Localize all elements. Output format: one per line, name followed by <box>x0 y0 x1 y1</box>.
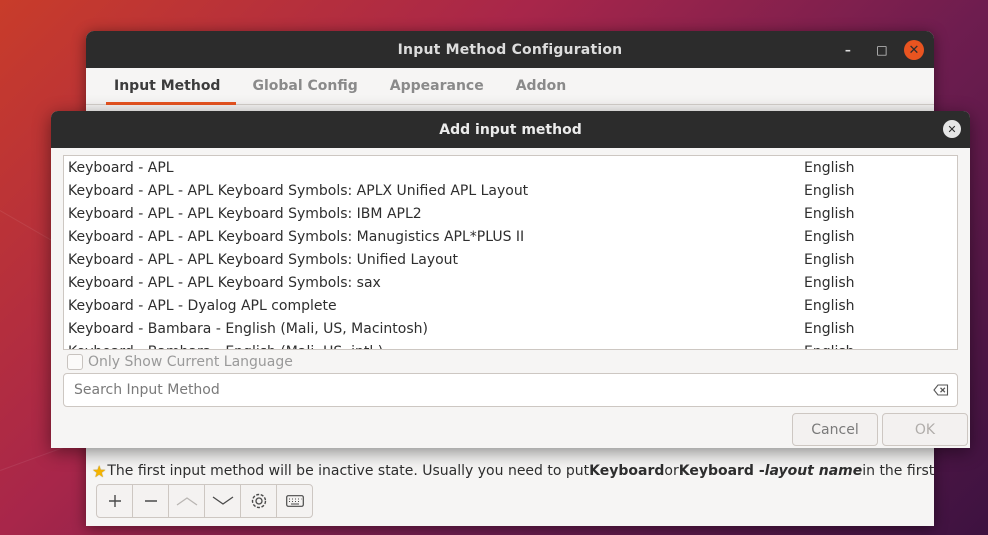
add-icon[interactable] <box>97 485 133 517</box>
tab-addon[interactable]: Addon <box>500 68 582 104</box>
hint-part: or <box>664 463 679 479</box>
add-input-method-dialog: Add input method ✕ Keyboard - APL English… <box>51 111 970 448</box>
ok-button[interactable]: OK <box>882 413 968 446</box>
input-method-name: Keyboard - APL - APL Keyboard Symbols: A… <box>68 182 529 199</box>
move-down-icon[interactable] <box>205 485 241 517</box>
list-item[interactable]: Keyboard - APL - APL Keyboard Symbols: M… <box>64 225 957 248</box>
input-method-language: English <box>804 297 855 314</box>
move-up-icon[interactable] <box>169 485 205 517</box>
input-method-name: Keyboard - APL - APL Keyboard Symbols: U… <box>68 251 459 268</box>
input-method-name: Keyboard - Bambara - English (Mali, US, … <box>64 344 804 350</box>
tab-global-config[interactable]: Global Config <box>236 68 373 104</box>
list-item[interactable]: Keyboard - APL - APL Keyboard Symbols: U… <box>64 248 957 271</box>
list-item[interactable]: Keyboard - APL English <box>64 156 957 179</box>
input-method-name: Keyboard - APL <box>68 159 174 176</box>
input-method-name: Keyboard - APL - APL Keyboard Symbols: I… <box>68 205 422 222</box>
list-item[interactable]: Keyboard - Bambara - English (Mali, US, … <box>64 340 957 350</box>
list-item[interactable]: Keyboard - APL - APL Keyboard Symbols: A… <box>64 179 957 202</box>
cancel-button[interactable]: Cancel <box>792 413 878 446</box>
remove-icon[interactable] <box>133 485 169 517</box>
close-icon[interactable]: ✕ <box>904 40 924 60</box>
dialog-title: Add input method <box>439 121 582 138</box>
input-method-language: English <box>804 228 855 245</box>
list-item[interactable]: Keyboard - APL - APL Keyboard Symbols: I… <box>64 202 957 225</box>
input-method-language: English <box>804 320 855 337</box>
main-titlebar: Input Method Configuration – □ ✕ <box>86 31 934 68</box>
hint-text: ★ The first input method will be inactiv… <box>92 461 934 481</box>
input-method-language: English <box>804 251 855 268</box>
tab-input-method[interactable]: Input Method <box>98 68 237 105</box>
input-method-name: Keyboard - APL - APL Keyboard Symbols: s… <box>68 274 381 291</box>
input-method-language: English <box>804 344 855 350</box>
input-method-list[interactable]: Keyboard - APL English Keyboard - APL - AP… <box>63 155 958 350</box>
configure-icon[interactable] <box>241 485 277 517</box>
hint-part: in the first place. <box>862 463 934 479</box>
input-method-language: English <box>804 182 855 199</box>
keyboard-icon[interactable] <box>277 485 312 517</box>
tab-bar: Input Method Global Config Appearance Ad… <box>86 68 934 105</box>
search-box <box>63 373 958 407</box>
input-method-language: English <box>804 274 855 291</box>
minimize-icon[interactable]: – <box>838 40 858 60</box>
only-current-language-label: Only Show Current Language <box>88 354 293 370</box>
dialog-titlebar: Add input method ✕ <box>51 111 970 148</box>
hint-bold: Keyboard <box>589 463 665 479</box>
input-method-name: Keyboard - APL - APL Keyboard Symbols: M… <box>68 228 525 245</box>
tab-appearance[interactable]: Appearance <box>374 68 500 104</box>
dialog-close-icon[interactable]: ✕ <box>943 120 961 138</box>
input-method-language: English <box>804 205 855 222</box>
hint-italic: layout name <box>764 463 863 479</box>
hint-part: The first input method will be inactive … <box>107 463 590 479</box>
clear-search-icon[interactable] <box>933 384 949 396</box>
input-method-language: English <box>804 159 855 176</box>
window-title: Input Method Configuration <box>397 41 623 58</box>
list-item[interactable]: Keyboard - Bambara - English (Mali, US, … <box>64 317 957 340</box>
hint-bold: Keyboard - <box>678 463 765 479</box>
search-input[interactable] <box>72 375 933 405</box>
star-icon: ★ <box>92 461 107 481</box>
input-method-name: Keyboard - APL - Dyalog APL complete <box>68 297 337 314</box>
input-method-toolbar <box>96 484 313 518</box>
maximize-icon[interactable]: □ <box>872 40 892 60</box>
list-item[interactable]: Keyboard - APL - Dyalog APL complete Engl… <box>64 294 957 317</box>
only-current-language-option[interactable]: Only Show Current Language <box>67 353 293 371</box>
input-method-name: Keyboard - Bambara - English (Mali, US, … <box>68 320 428 337</box>
list-item[interactable]: Keyboard - APL - APL Keyboard Symbols: s… <box>64 271 957 294</box>
only-current-language-checkbox[interactable] <box>67 354 83 370</box>
